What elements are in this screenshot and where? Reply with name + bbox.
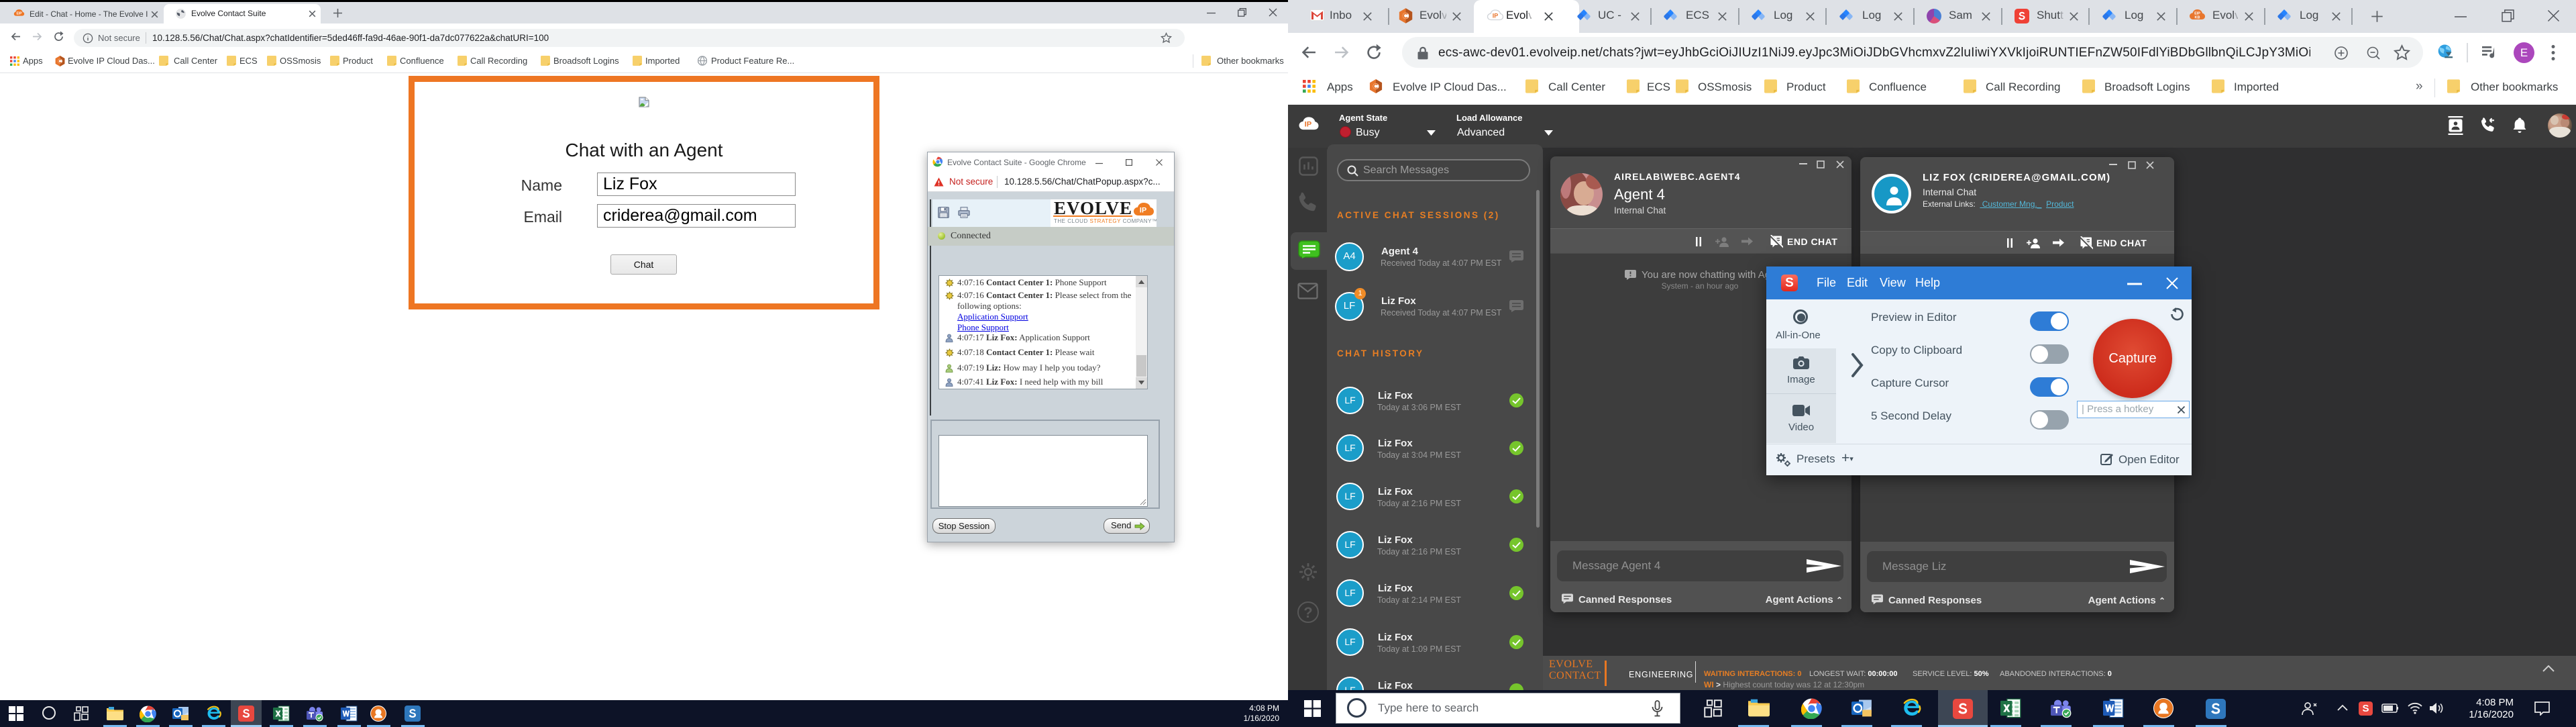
- svg-text:IP: IP: [1140, 207, 1146, 215]
- svg-text:IP: IP: [1493, 13, 1499, 19]
- svg-text:IP: IP: [1305, 120, 1312, 128]
- svg-text:KB: KB: [2195, 16, 2200, 20]
- svg-text:EIP: EIP: [16, 12, 22, 16]
